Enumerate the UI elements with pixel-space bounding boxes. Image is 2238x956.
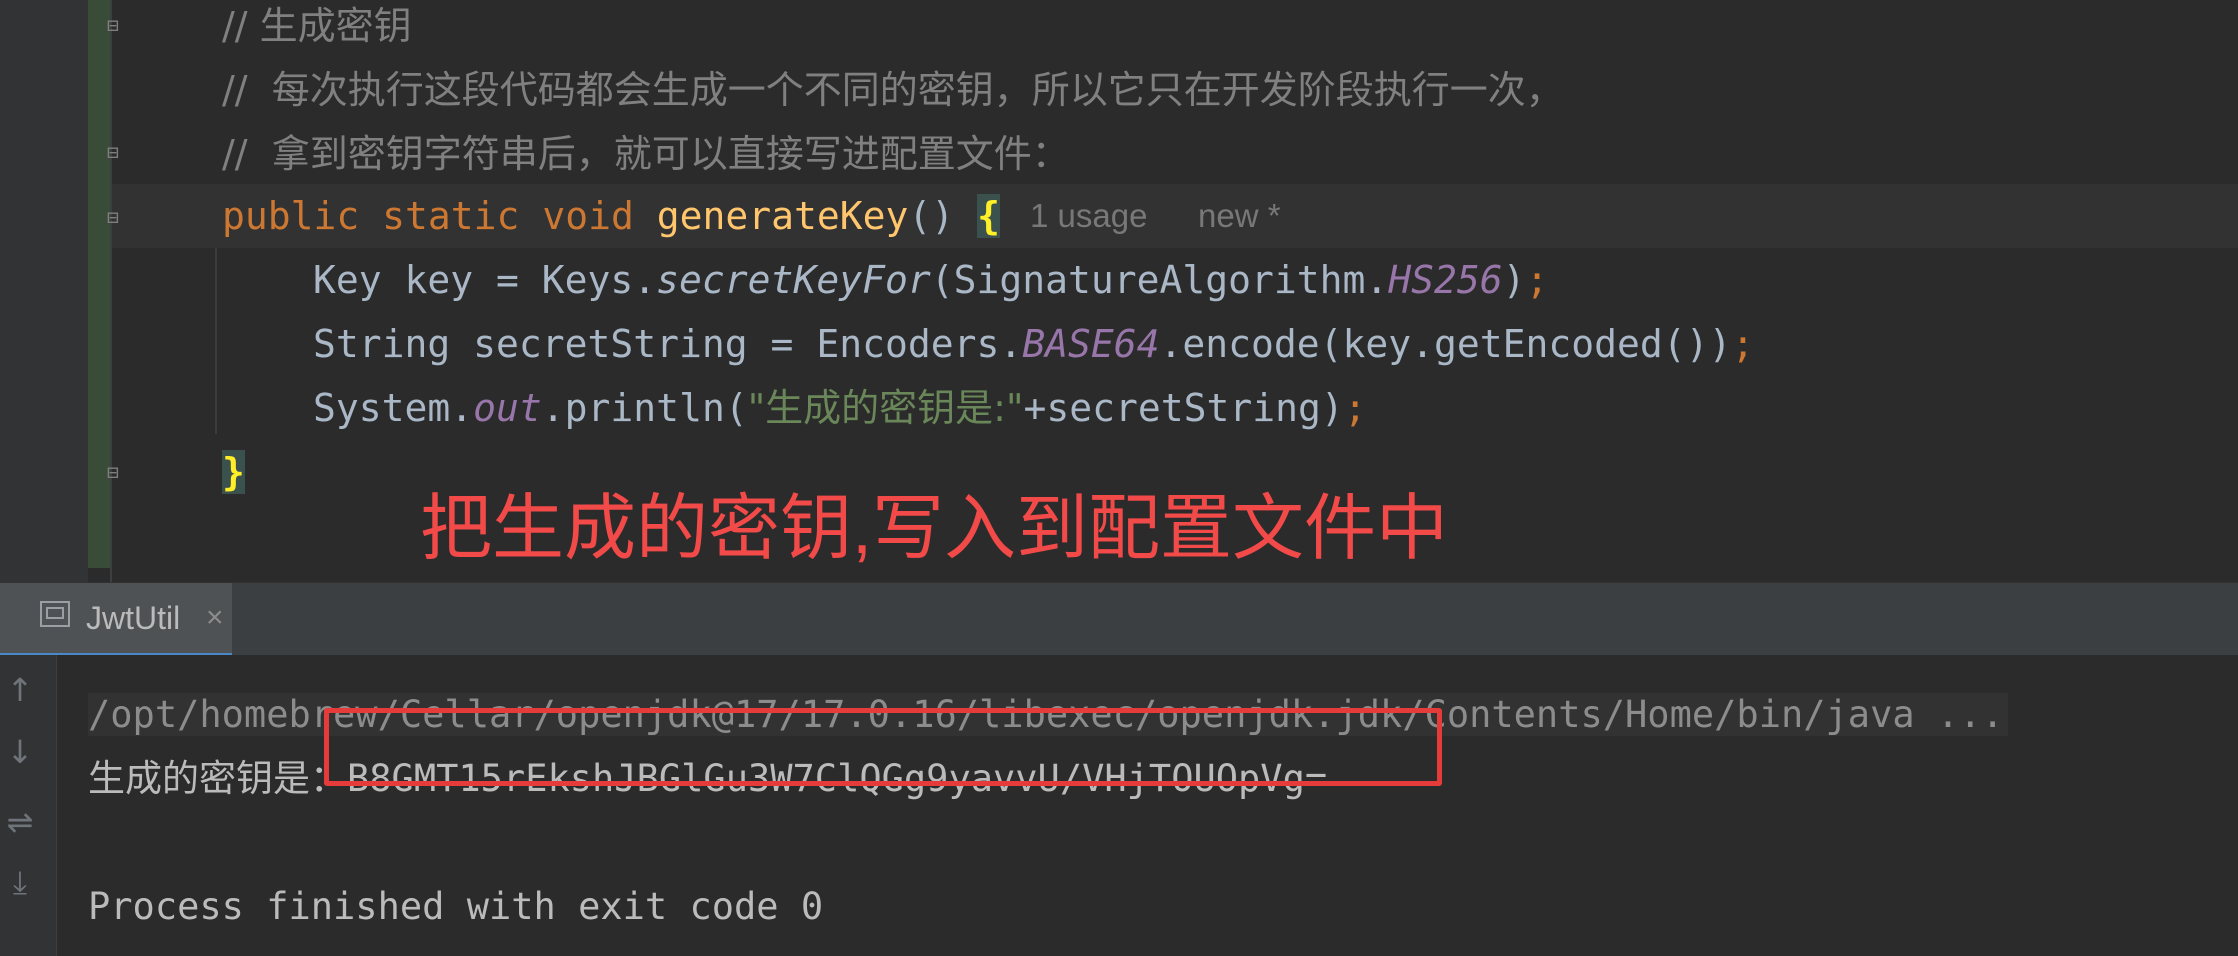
code-text: (SignatureAlgorithm. (930, 258, 1389, 302)
code-comment: // 拿到密钥字符串后，就可以直接写进配置文件： (222, 132, 1070, 176)
run-tool-window-header: JwtUtil × (0, 582, 2238, 656)
close-icon[interactable]: × (206, 583, 224, 653)
keyword: void (542, 194, 634, 238)
code-comment: // 生成密钥 (222, 4, 412, 48)
soft-wrap-icon[interactable]: ⇌ (0, 803, 40, 841)
method-declaration: public static void generateKey() { (222, 184, 1000, 248)
code-constant: HS256 (1388, 258, 1503, 302)
tab-label: JwtUtil (86, 600, 181, 636)
semicolon: ; (1525, 258, 1549, 302)
fold-icon[interactable]: ⊟ (101, 460, 125, 484)
usage-hint[interactable]: 1 usage (1030, 184, 1147, 248)
gutter-divider (110, 0, 112, 582)
code-text: +secretString) (1023, 386, 1344, 430)
fold-icon[interactable]: ⊟ (101, 205, 125, 229)
console-toolbar: ↑ ↓ ⇌ ⤓ (0, 655, 57, 956)
arrow-up-icon[interactable]: ↑ (0, 671, 40, 709)
open-brace: { (977, 194, 1000, 238)
annotation-text: 把生成的密钥,写入到配置文件中 (420, 489, 1449, 569)
code-line: String secretString = Encoders.BASE64.en… (313, 312, 1754, 376)
semicolon: ; (1731, 322, 1755, 366)
keyword: public (222, 194, 360, 238)
code-constant: BASE64 (1022, 322, 1160, 366)
fold-icon[interactable]: ⊟ (101, 140, 125, 164)
code-text: System. (313, 386, 474, 430)
author-hint[interactable]: new * (1198, 184, 1281, 248)
code-text: .println( (541, 386, 748, 430)
code-text: .encode(key.getEncoded()) (1159, 322, 1732, 366)
code-line: System.out.println("生成的密钥是:"+secretStrin… (313, 376, 1367, 440)
code-text: ) (1502, 258, 1526, 302)
key-highlight-box (324, 708, 1442, 786)
code-field: out (473, 386, 542, 430)
fold-icon[interactable]: ⊟ (101, 13, 125, 37)
keyword: static (382, 194, 520, 238)
code-text: String secretString = Encoders. (313, 322, 1023, 366)
run-tab-jwtutil[interactable]: JwtUtil × (0, 583, 232, 656)
scroll-to-end-icon[interactable]: ⤓ (0, 863, 40, 902)
code-string: "生成的密钥是:" (747, 386, 1024, 430)
parens: () (908, 194, 955, 238)
close-brace: } (222, 450, 245, 494)
run-console[interactable]: ↑ ↓ ⇌ ⤓ /opt/homebrew/Cellar/openjdk@17/… (0, 655, 2238, 956)
editor-gutter (0, 0, 88, 582)
key-label: 生成的密钥是： (88, 757, 347, 800)
code-text: Key key = Keys. (313, 258, 657, 302)
code-method: secretKeyFor (656, 258, 931, 302)
arrow-down-icon[interactable]: ↓ (0, 733, 40, 771)
code-line: Key key = Keys.secretKeyFor(SignatureAlg… (313, 248, 1548, 312)
semicolon: ; (1343, 386, 1367, 430)
code-comment: // 每次执行这段代码都会生成一个不同的密钥，所以它只在开发阶段执行一次， (222, 68, 1564, 112)
indent-guide (215, 248, 217, 434)
code-editor[interactable]: ⊟ ⊟ ⊟ ⊟ // 生成密钥 // 每次执行这段代码都会生成一个不同的密钥，所… (0, 0, 2238, 582)
method-name: generateKey (656, 194, 909, 238)
console-exit-message: Process finished with exit code 0 (88, 885, 824, 928)
console-tab-icon (40, 601, 70, 627)
code-line: } (222, 440, 245, 504)
